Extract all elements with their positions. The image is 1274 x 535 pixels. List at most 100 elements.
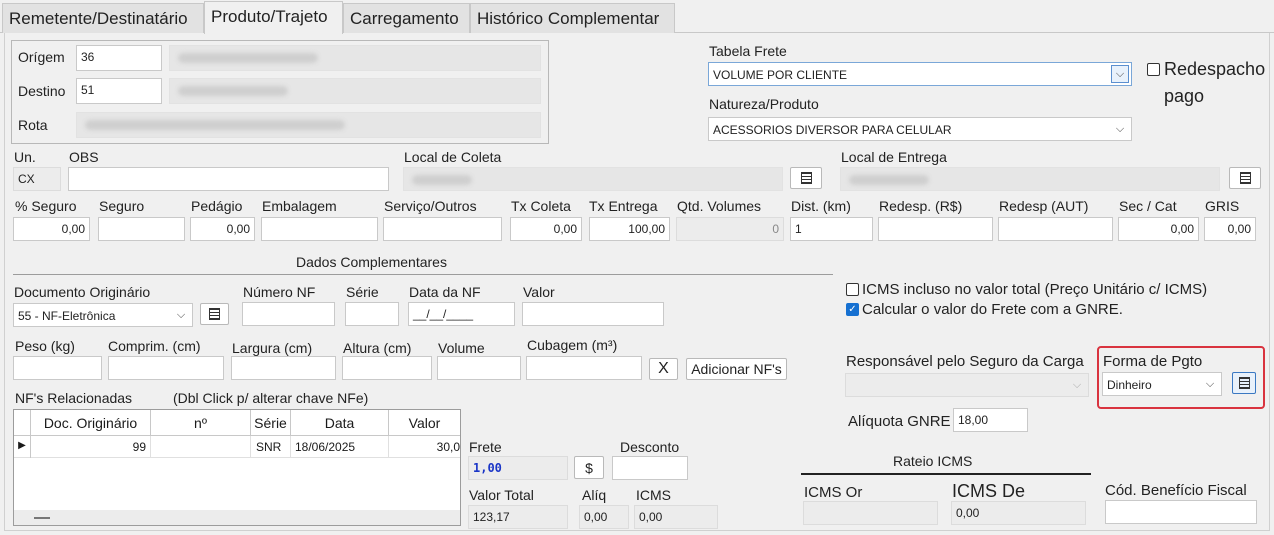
col-numero[interactable]: nº [151,410,251,436]
nfs-grid[interactable]: Doc. Originário nº Série Data Valor ▶ 99… [13,409,461,526]
chevron-down-icon[interactable]: ⌵ [1111,120,1129,138]
col-doc-originario[interactable]: Doc. Originário [31,410,151,436]
col-data[interactable]: Data [291,410,389,436]
tx-coleta-field[interactable]: 0,00 [510,217,582,241]
icms-de-field[interactable]: 0,00 [951,501,1086,525]
chevron-down-icon[interactable]: ⌵ [172,306,190,324]
qtd-volumes-field[interactable]: 0 [676,217,784,241]
responsavel-seguro-select[interactable]: ⌵ [845,373,1089,397]
redesp-rs-field[interactable] [878,217,993,241]
cubagem-field[interactable] [526,356,642,380]
aliq-field[interactable]: 0,00 [579,505,629,529]
tab-carregamento[interactable]: Carregamento [343,3,470,33]
cubagem-label: Cubagem (m³) [527,337,618,353]
tx-entrega-field[interactable]: 100,00 [589,217,670,241]
currency-button[interactable]: $ [574,456,604,479]
redesp-rs-label: Redesp. (R$) [879,198,963,214]
icms-field[interactable]: 0,00 [634,505,718,529]
valor-label: Valor [523,284,555,300]
icms-incluso-checkbox[interactable] [846,283,859,296]
seguro-label: Seguro [99,198,145,214]
icms-or-field[interactable] [803,501,938,525]
peso-label: Peso (kg) [15,338,75,354]
local-coleta-list-button[interactable] [790,167,822,189]
comprim-field[interactable] [108,356,224,380]
data-nf-label: Data da NF [409,284,481,300]
rateio-divider [801,473,1091,475]
tab-produto-trajeto[interactable]: Produto/Trajeto [204,1,343,34]
largura-field[interactable] [231,356,336,380]
adicionar-nfs-button[interactable]: Adicionar NF's [686,358,787,380]
forma-pgto-select[interactable]: Dinheiro ⌵ [1102,372,1222,396]
origem-field[interactable]: 36 [76,45,162,71]
destino-label: Destino [18,83,66,99]
volume-field[interactable] [437,356,521,380]
origem-label: Orígem [18,49,65,65]
local-entrega-field[interactable] [840,167,1220,191]
frete-label: Frete [469,439,502,455]
servico-field[interactable] [383,217,502,241]
origem-name-field[interactable] [169,45,541,71]
natureza-select[interactable]: ACESSORIOS DIVERSOR PARA CELULAR ⌵ [708,117,1132,141]
peso-field[interactable] [13,356,102,380]
sec-cat-field[interactable]: 0,00 [1118,217,1199,241]
cod-beneficio-field[interactable] [1105,500,1257,524]
tab-historico[interactable]: Histórico Complementar [470,3,675,33]
pedagio-field[interactable]: 0,00 [190,217,255,241]
un-label: Un. [14,149,36,165]
destino-field[interactable]: 51 [76,78,162,104]
rota-field[interactable] [76,112,541,138]
local-coleta-label: Local de Coleta [404,149,502,165]
list-icon [1239,172,1251,184]
tab-remetente[interactable]: Remetente/Destinatário [2,3,204,33]
altura-label: Altura (cm) [343,340,412,356]
list-icon [800,172,812,184]
local-coleta-field[interactable] [403,167,783,191]
col-serie[interactable]: Série [251,410,291,436]
valor-total-field[interactable]: 123,17 [468,505,568,529]
serie-label: Série [346,284,379,300]
valor-field[interactable] [522,302,664,326]
aliquota-gnre-field[interactable]: 18,00 [953,408,1028,432]
doc-list-button[interactable] [200,303,229,325]
chevron-down-icon[interactable]: ⌵ [1068,376,1086,394]
row-header-cell [14,410,31,436]
destino-name-field[interactable] [169,78,541,104]
local-entrega-list-button[interactable] [1229,167,1261,189]
clear-button[interactable]: X [649,358,678,380]
table-row[interactable]: ▶ 99 SNR 18/06/2025 30,0 [14,436,460,458]
frete-field[interactable]: 1,00 [468,456,568,480]
un-field[interactable]: CX [13,167,61,191]
altura-field[interactable] [342,356,432,380]
seguro-field[interactable] [98,217,185,241]
numero-nf-field[interactable] [242,302,335,326]
serie-field[interactable] [345,302,399,326]
horizontal-scrollbar[interactable] [14,510,460,525]
nfs-hint-label: (Dbl Click p/ alterar chave NFe) [173,390,369,406]
redespacho-label-2: pago [1164,86,1205,106]
tabela-frete-select[interactable]: VOLUME POR CLIENTE ⌵ [708,62,1132,86]
chevron-down-icon[interactable]: ⌵ [1201,375,1219,393]
scrollbar-thumb[interactable] [34,517,50,519]
pct-seguro-field[interactable]: 0,00 [13,217,90,241]
tx-entrega-label: Tx Entrega [589,198,658,214]
redesp-aut-field[interactable] [998,217,1113,241]
embalagem-field[interactable] [261,217,378,241]
calc-gnre-checkbox[interactable]: ✓ [846,303,859,316]
aliq-label: Alíq [582,487,607,503]
doc-originario-value: 55 - NF-Eletrônica [18,309,116,323]
col-valor[interactable]: Valor [389,410,460,436]
icms-incluso-label: ICMS incluso no valor total (Preço Unitá… [862,281,1208,298]
gris-field[interactable]: 0,00 [1204,217,1256,241]
chevron-down-icon[interactable]: ⌵ [1111,65,1129,83]
forma-pgto-label: Forma de Pgto [1103,353,1203,370]
forma-pgto-list-button[interactable] [1232,372,1256,394]
obs-field[interactable] [68,167,389,191]
tab-bar: Remetente/Destinatário Produto/Trajeto C… [0,0,1274,34]
volume-label: Volume [438,340,485,356]
desconto-field[interactable] [612,456,688,480]
redespacho-checkbox[interactable] [1147,63,1160,76]
dist-field[interactable]: 1 [790,217,873,241]
data-nf-field[interactable]: __/__/____ [408,302,515,326]
doc-originario-select[interactable]: 55 - NF-Eletrônica ⌵ [13,303,193,327]
